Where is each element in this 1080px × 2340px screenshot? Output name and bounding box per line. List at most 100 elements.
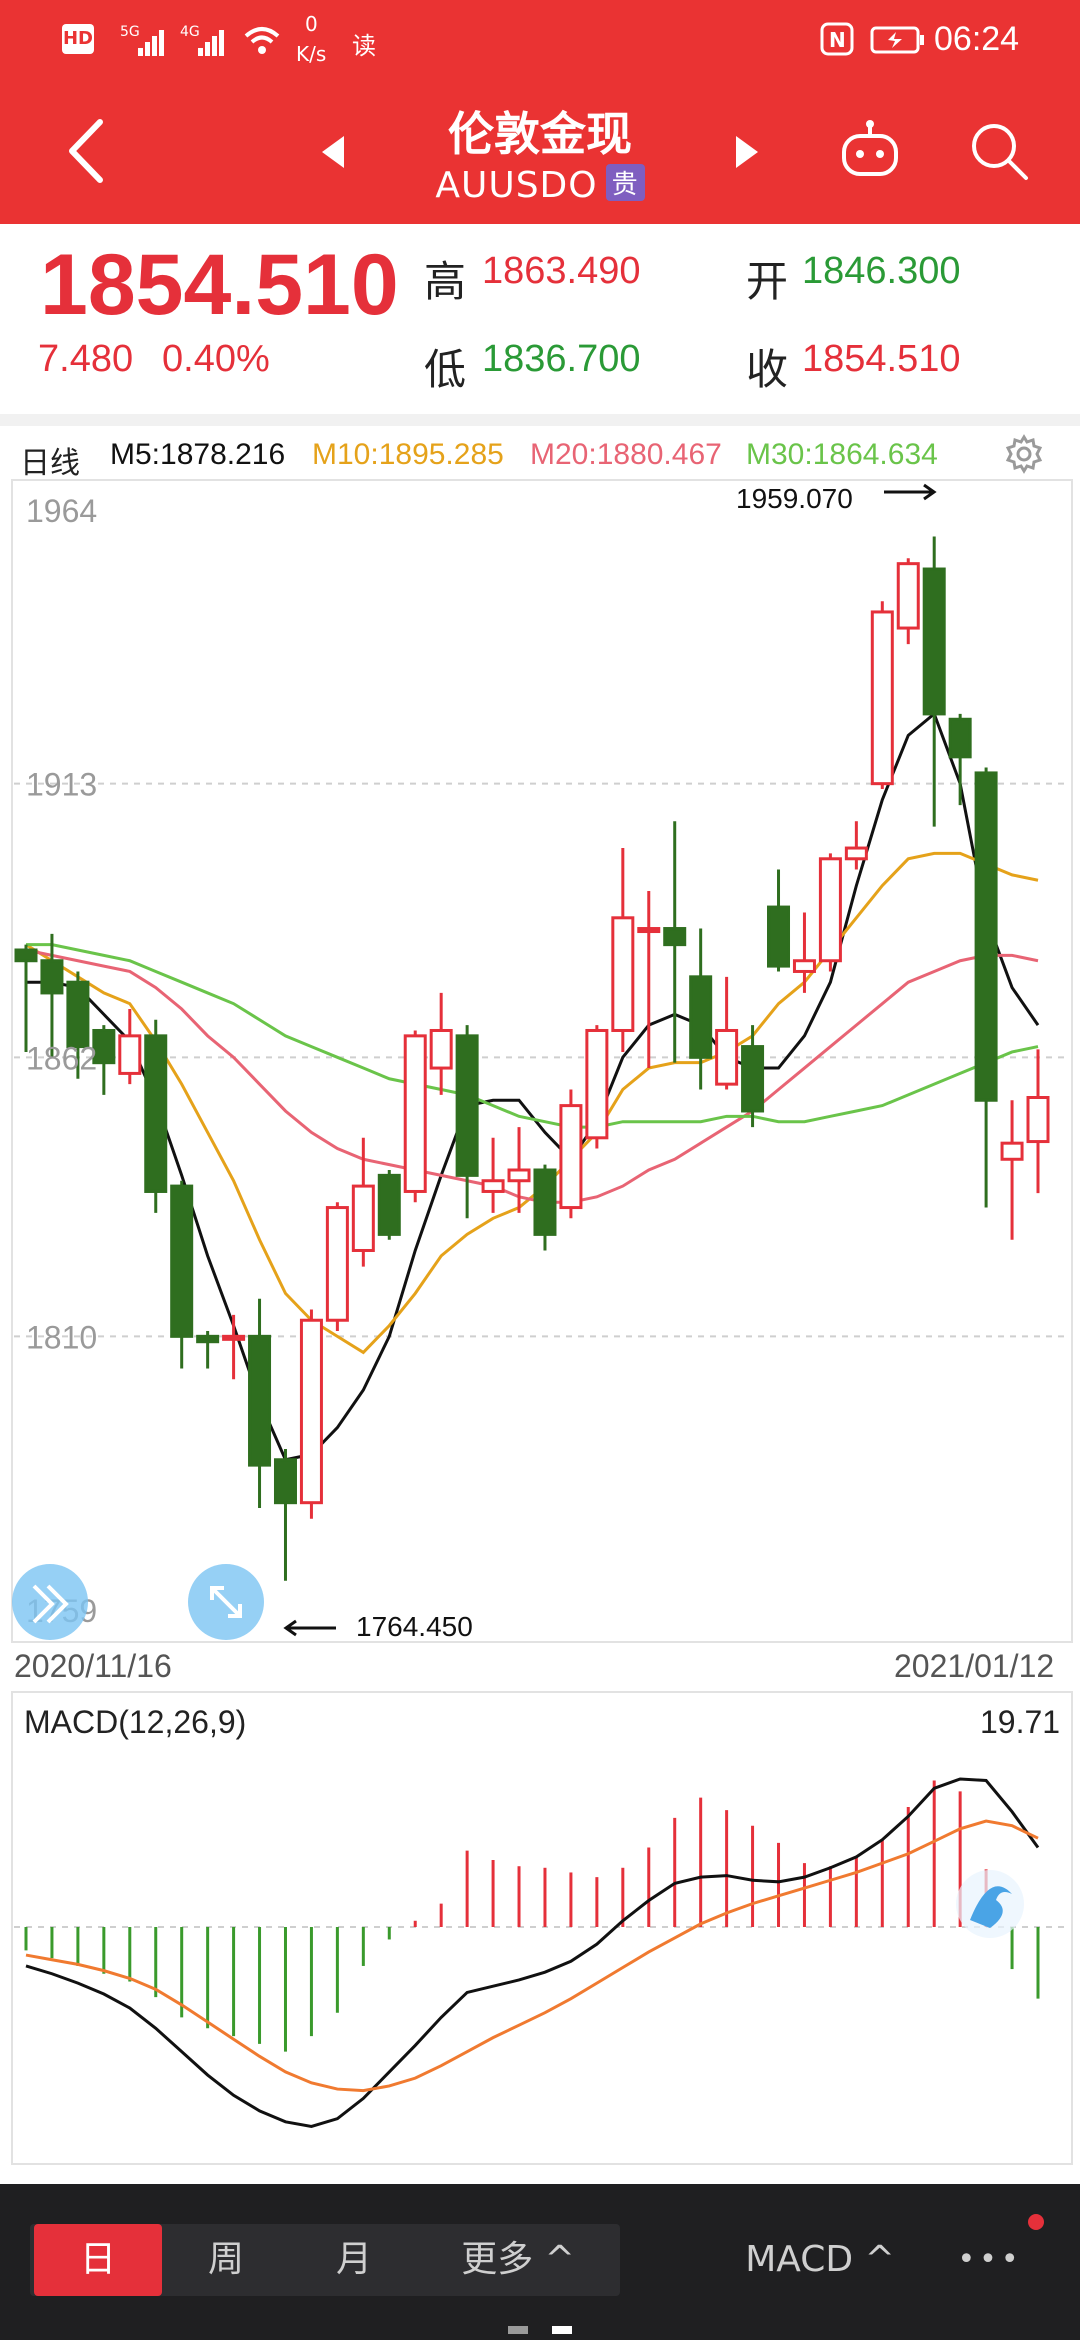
tab-month[interactable]: 月 xyxy=(290,2224,418,2296)
last-price: 1854.510 xyxy=(40,237,399,333)
ma5-value: M5:1878.216 xyxy=(110,438,286,471)
candle-down xyxy=(14,948,38,963)
ma20-value: M20:1880.467 xyxy=(530,438,722,471)
candle-up xyxy=(559,1104,583,1210)
fullscreen-button[interactable] xyxy=(188,1564,264,1640)
candle-up xyxy=(325,1206,349,1322)
price-change: 7.480 xyxy=(38,338,134,380)
notification-dot xyxy=(1028,2214,1044,2230)
macd-title: MACD(12,26,9) xyxy=(24,1704,247,1740)
page-indicator-active xyxy=(552,2326,572,2334)
precious-badge: 贵 xyxy=(605,164,645,201)
expand-left-button[interactable] xyxy=(12,1564,88,1640)
candle-up xyxy=(1026,1096,1050,1144)
settings-gear-icon[interactable] xyxy=(1004,434,1044,478)
next-symbol-button[interactable] xyxy=(732,134,762,174)
svg-text:4G: 4G xyxy=(180,24,200,40)
candle-down xyxy=(767,905,791,968)
signal-4g-icon: 4G xyxy=(180,20,230,64)
ma-line-m5 xyxy=(26,711,1040,1462)
max-arrow-icon xyxy=(884,483,937,501)
open-label: 开 xyxy=(746,257,789,306)
candle-down xyxy=(273,1458,297,1505)
close-value: 1854.510 xyxy=(802,338,961,380)
candle-up xyxy=(481,1179,505,1193)
search-icon[interactable] xyxy=(968,118,1032,186)
candle-up xyxy=(637,927,661,934)
candle-up xyxy=(403,1034,427,1193)
candle-up xyxy=(870,610,894,786)
ma-line-m30 xyxy=(26,943,1039,1129)
battery-icon xyxy=(870,26,926,58)
instrument-name: 伦敦金现 xyxy=(448,107,632,161)
close-label: 收 xyxy=(746,345,789,394)
dolphin-logo-icon xyxy=(956,1870,1024,1938)
candle-down xyxy=(948,717,972,759)
high-label: 高 xyxy=(424,257,467,306)
low-value: 1836.700 xyxy=(482,338,641,380)
y-tick-label: 1810 xyxy=(26,1319,97,1355)
candle-up xyxy=(299,1318,323,1505)
candle-down xyxy=(40,959,64,995)
x-start-date: 2020/11/16 xyxy=(14,1648,172,1684)
candle-down xyxy=(170,1184,194,1338)
more-options-button[interactable]: ••• xyxy=(940,2224,1040,2296)
price-change-pct: 0.40% xyxy=(162,338,270,380)
svg-text:N: N xyxy=(829,28,846,52)
nfc-icon: N xyxy=(820,22,854,60)
candle-up xyxy=(1000,1141,1024,1161)
candle-up xyxy=(715,1028,739,1086)
quote-panel: 1854.510 7.480 0.40% 高 1863.490 低 1836.7… xyxy=(0,224,1080,414)
macd-line-dif xyxy=(25,1777,1040,2129)
macd-line-dea xyxy=(25,1819,1039,2093)
net-speed-unit: K/s xyxy=(296,42,327,66)
candle-up xyxy=(118,1034,142,1075)
y-tick-label: 1913 xyxy=(26,767,97,803)
macd-value: 19.71 xyxy=(980,1704,1061,1740)
tab-more[interactable]: 更多 ^ xyxy=(418,2224,618,2296)
candle-down xyxy=(741,1045,765,1113)
hd-icon: HD xyxy=(62,24,94,54)
tab-day[interactable]: 日 xyxy=(34,2224,162,2296)
min-arrow-icon xyxy=(283,1619,336,1637)
tab-week[interactable]: 周 xyxy=(162,2224,290,2296)
candle-down xyxy=(248,1334,272,1467)
candle-up xyxy=(611,916,635,1032)
candle-down xyxy=(922,567,946,716)
status-time: 06:24 xyxy=(934,20,1020,58)
y-tick-label: 1964 xyxy=(26,493,97,529)
candle-up xyxy=(896,562,920,630)
app-header: HD 5G 4G 0 K/s 读 N 06:24 伦敦金现 AUUSDO 贵 xyxy=(0,0,1080,224)
candle-down xyxy=(663,927,687,947)
macd-chart[interactable] xyxy=(0,1690,1080,2170)
section-divider xyxy=(0,414,1080,426)
candle-up xyxy=(585,1028,609,1140)
max-annotation: 1959.070 xyxy=(736,483,853,514)
wifi-icon xyxy=(242,22,282,62)
candle-up xyxy=(222,1334,246,1341)
candle-down xyxy=(196,1334,220,1344)
bottom-toolbar: 日 周 月 更多 ^ MACD ^ ••• xyxy=(0,2184,1080,2340)
candle-up xyxy=(844,846,868,861)
signal-5g-icon: 5G xyxy=(120,20,170,64)
min-annotation: 1764.450 xyxy=(356,1611,473,1642)
page-indicator xyxy=(508,2326,528,2334)
candle-up xyxy=(792,959,816,973)
robot-icon[interactable] xyxy=(838,118,902,186)
ma10-value: M10:1895.285 xyxy=(312,438,504,471)
net-speed-value: 0 xyxy=(305,12,318,36)
instrument-symbol: AUUSDO 贵 xyxy=(0,164,1080,206)
candle-up xyxy=(351,1184,375,1252)
candle-down xyxy=(974,771,998,1102)
chart-frame xyxy=(11,479,1073,1643)
candle-down xyxy=(144,1034,168,1193)
high-value: 1863.490 xyxy=(482,250,641,292)
candle-down xyxy=(455,1034,479,1177)
indicator-selector[interactable]: MACD ^ xyxy=(720,2224,920,2296)
candlestick-chart[interactable]: 19641913186218101759 1959.070 1764.450 xyxy=(0,478,1080,1688)
candle-down xyxy=(66,980,90,1049)
open-value: 1846.300 xyxy=(802,250,961,292)
svg-text:5G: 5G xyxy=(120,24,140,40)
candle-up xyxy=(507,1168,531,1183)
candle-up xyxy=(429,1028,453,1070)
